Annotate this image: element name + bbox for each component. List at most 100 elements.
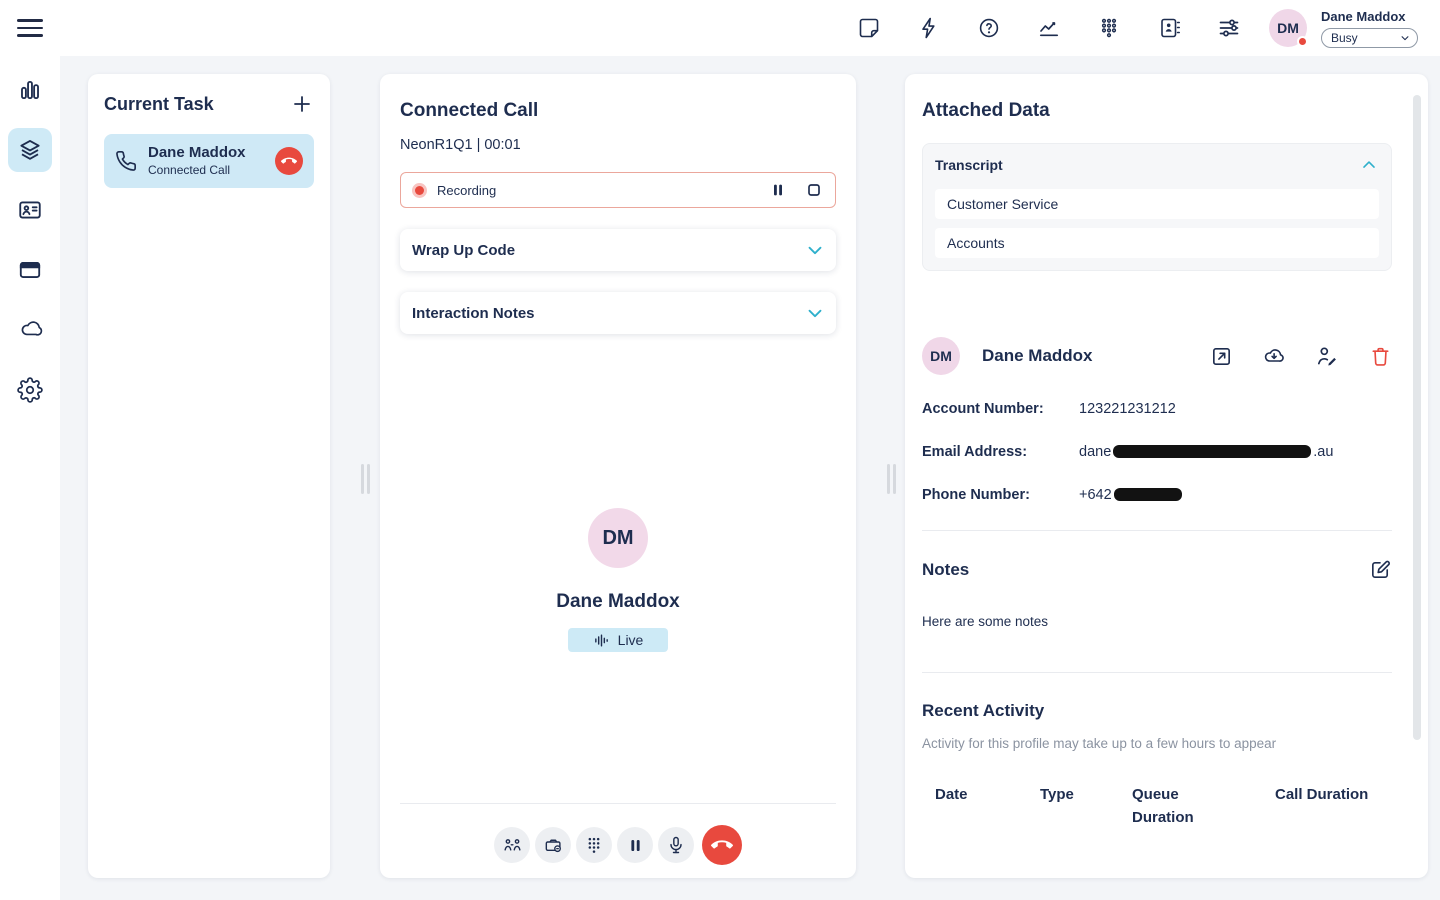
end-call-icon [711,834,733,856]
contact-avatar-initials: DM [930,348,952,364]
interaction-notes-label: Interaction Notes [412,305,535,322]
chevron-down-icon [804,239,826,261]
controls-divider [400,803,836,804]
column-header-queue-duration: Queue Duration [1119,783,1229,830]
sliders-icon[interactable] [1217,16,1241,40]
account-number-label: Account Number: [922,401,1079,417]
open-external-icon [1210,345,1233,368]
contact-profile-name: Dane Maddox [982,346,1093,366]
sidebar-item-windows[interactable] [8,248,52,292]
call-panel-title: Connected Call [400,100,836,122]
delete-contact-button[interactable] [1368,344,1392,368]
live-badge: Live [568,628,668,652]
stop-icon [804,180,824,200]
end-call-icon [281,153,297,169]
open-external-button[interactable] [1209,344,1233,368]
dialpad-icon [584,835,604,855]
transcript-item[interactable]: Accounts [935,228,1379,258]
pause-recording-button[interactable] [763,175,793,205]
conference-button[interactable] [494,827,530,863]
task-contact-name: Dane Maddox [148,144,246,163]
chevron-down-icon [804,302,826,324]
call-contact-avatar: DM [588,508,648,568]
note-icon[interactable] [857,16,881,40]
live-label: Live [618,632,644,648]
user-name: Dane Maddox [1321,9,1418,24]
hold-pause-icon [626,836,645,855]
sidebar-item-metrics[interactable] [8,68,52,112]
email-address-value: dane.au [1079,444,1333,460]
phone-number-value: +642 [1079,487,1182,503]
sidebar-item-tasks[interactable] [8,128,52,172]
current-task-title: Current Task [104,94,214,115]
scrollbar-thumb[interactable] [1413,95,1421,740]
end-call-chip-button[interactable] [275,147,303,175]
dialpad-button[interactable] [576,827,612,863]
waveform-icon [593,632,610,649]
edit-pencil-icon [1369,558,1392,581]
busy-status-dot [1297,36,1308,47]
topbar: DM Dane Maddox Busy [0,0,1440,56]
recent-activity-subtitle: Activity for this profile may take up to… [922,736,1392,751]
agent-workspace: DM Dane Maddox Busy [0,0,1440,900]
camera-off-button[interactable] [535,827,571,863]
panel-resize-handle[interactable] [361,464,370,494]
transcript-item[interactable]: Customer Service [935,189,1379,219]
bar-chart-icon [17,77,43,103]
section-divider [922,672,1392,673]
settings-gear-icon [17,377,43,403]
topbar-icon-group [857,16,1241,40]
account-number-value: 123221231212 [1079,401,1176,417]
user-avatar[interactable]: DM [1269,9,1307,47]
wrap-up-code-dropdown[interactable]: Wrap Up Code [400,229,836,271]
plus-icon [290,92,314,116]
phone-icon [115,150,137,172]
call-contact-name: Dane Maddox [380,591,856,613]
camera-off-icon [543,835,564,856]
contacts-icon[interactable] [1157,16,1181,40]
email-address-label: Email Address: [922,444,1079,460]
layers-icon [17,137,43,163]
topbar-user-area: DM Dane Maddox Busy [1269,9,1418,48]
sidebar-item-directory[interactable] [8,188,52,232]
cloud-icon [17,317,43,343]
section-divider [922,530,1392,531]
call-queue-and-timer: NeonR1Q1 | 00:01 [400,137,836,153]
transcript-header[interactable]: Transcript [935,150,1379,180]
redaction-bar [1114,488,1182,501]
recording-bar: Recording [400,172,836,208]
recent-activity-header-row: Date Type Queue Duration Call Duration [922,783,1392,830]
edit-contact-button[interactable] [1315,344,1339,368]
status-select[interactable]: Busy [1321,28,1418,48]
mute-button[interactable] [658,827,694,863]
download-contact-button[interactable] [1262,344,1286,368]
lightning-icon[interactable] [917,16,941,40]
task-card-connected-call[interactable]: Dane Maddox Connected Call [104,134,314,188]
panel-resize-handle[interactable] [887,464,896,494]
stop-recording-button[interactable] [799,175,829,205]
help-icon[interactable] [977,16,1001,40]
task-type-label: Connected Call [148,163,246,179]
monitor-chart-icon[interactable] [1037,16,1061,40]
phone-number-label: Phone Number: [922,487,1079,503]
recent-activity-title: Recent Activity [922,701,1392,721]
window-icon [17,257,43,283]
end-call-button[interactable] [702,825,742,865]
hold-button[interactable] [617,827,653,863]
cloud-download-icon [1262,344,1286,368]
sidebar-item-settings[interactable] [8,368,52,412]
chevron-up-icon [1359,155,1379,175]
dialpad-icon[interactable] [1097,16,1121,40]
contact-avatar: DM [922,337,960,375]
sidebar-item-cloud[interactable] [8,308,52,352]
pause-icon [768,180,788,200]
recording-dot [415,186,424,195]
trash-icon [1369,345,1392,368]
edit-notes-button[interactable] [1369,558,1392,581]
interaction-notes-dropdown[interactable]: Interaction Notes [400,292,836,334]
hamburger-menu-icon[interactable] [17,19,43,37]
attached-data-title: Attached Data [922,100,1392,122]
call-contact-block: DM Dane Maddox Live [380,508,856,652]
scrollbar-track [1413,74,1421,878]
add-task-button[interactable] [290,92,314,116]
